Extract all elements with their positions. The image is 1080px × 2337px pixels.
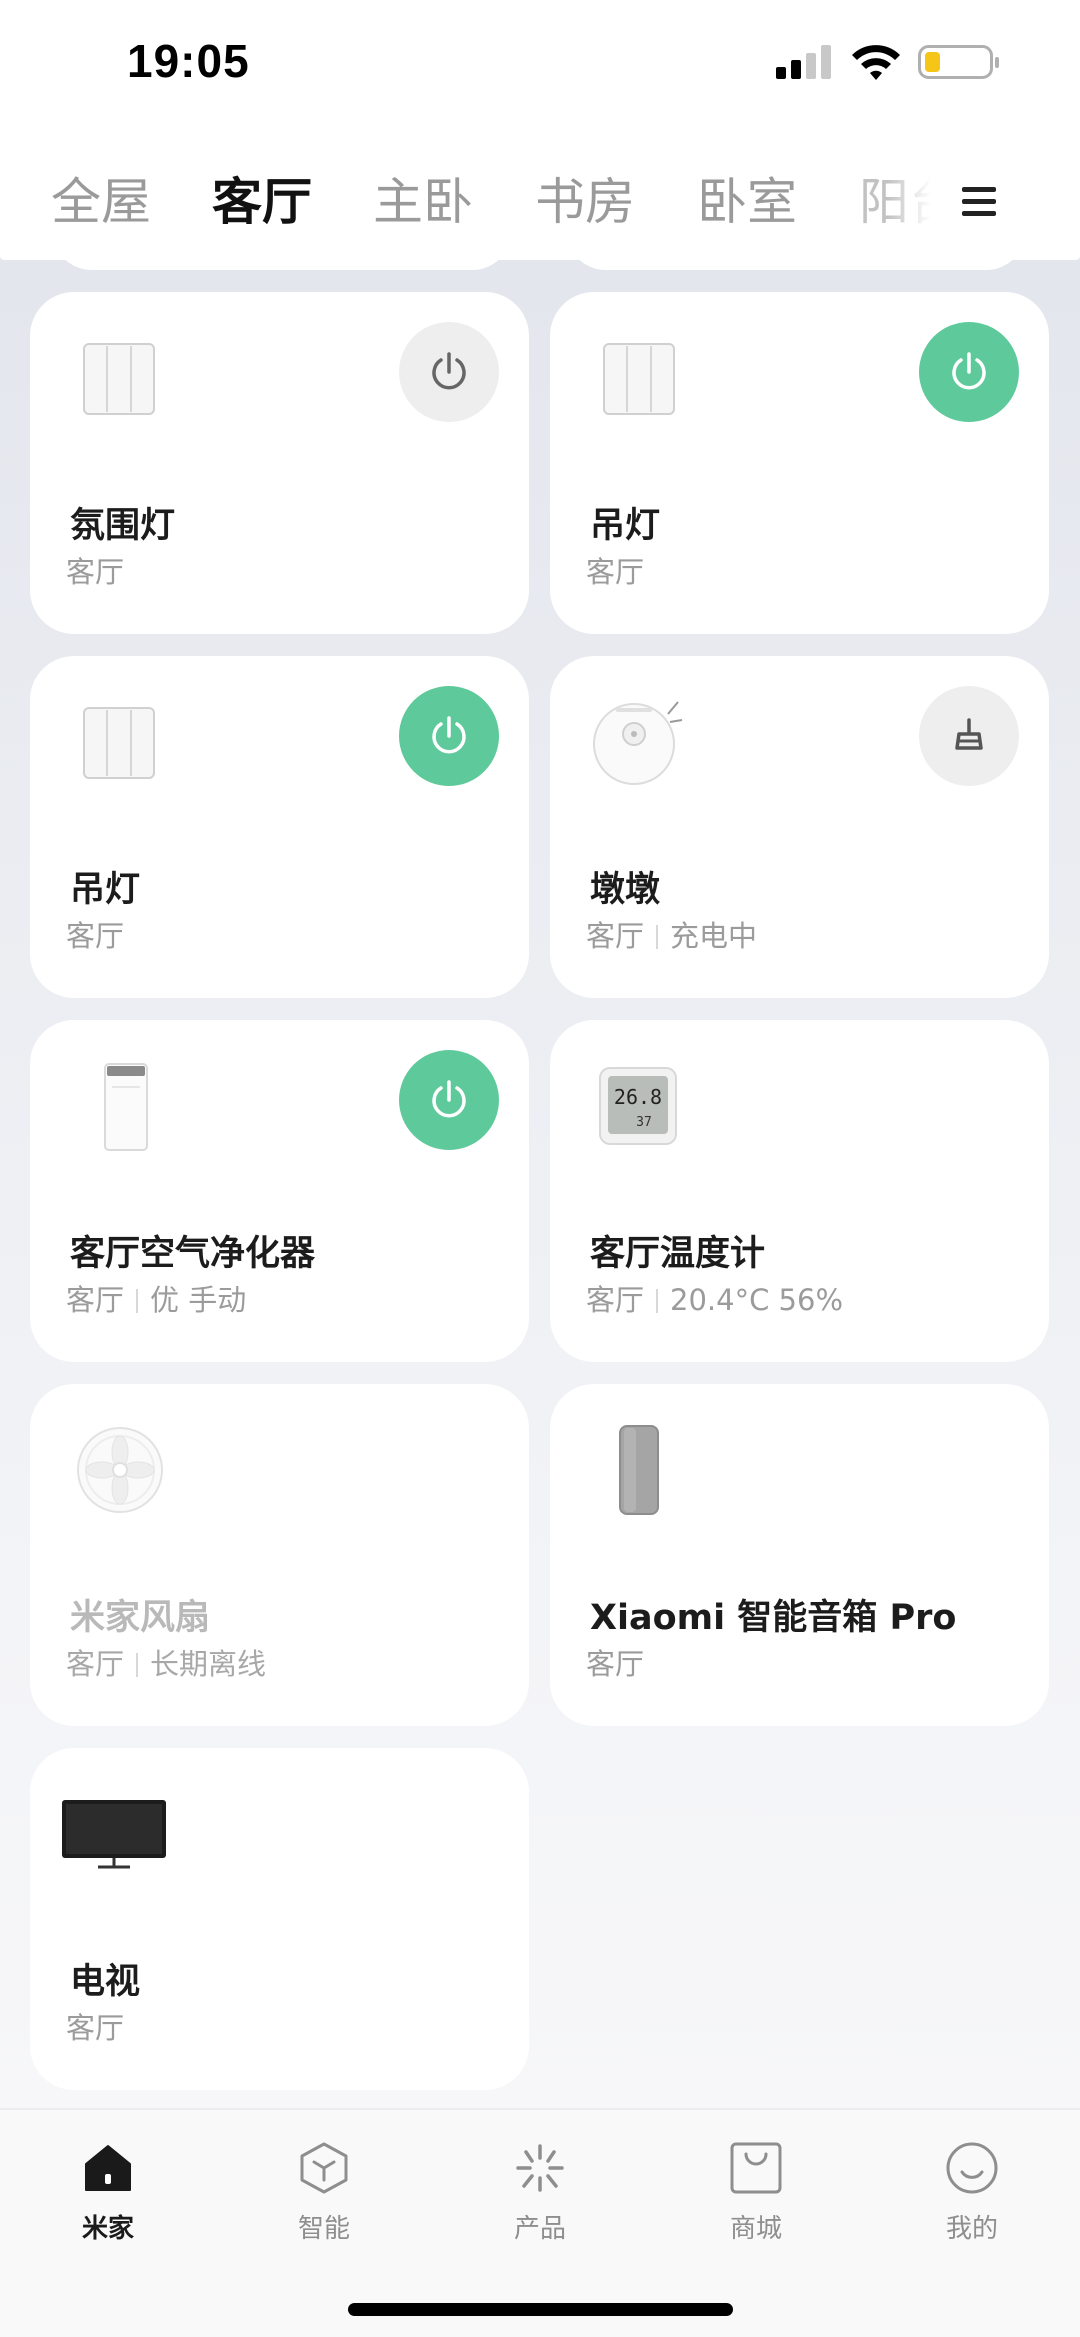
- tab-room-all[interactable]: 全屋: [51, 172, 151, 232]
- power-button[interactable]: [399, 686, 499, 786]
- air-purifier-icon: [104, 1063, 148, 1151]
- separator: [136, 1653, 139, 1677]
- device-name: 吊灯: [590, 506, 661, 546]
- device-room-status: 客厅 长期离线: [66, 1646, 266, 1682]
- device-room: 客厅: [66, 554, 124, 590]
- power-button[interactable]: [399, 322, 499, 422]
- power-icon: [432, 1080, 466, 1118]
- device-room: 客厅: [586, 1646, 644, 1682]
- thermometer-icon: 26.8 37: [599, 1067, 677, 1145]
- separator: [656, 1289, 659, 1313]
- fan-icon: [77, 1427, 163, 1513]
- device-card[interactable]: 吊灯 客厅: [550, 292, 1049, 634]
- device-name: 米家风扇: [70, 1598, 211, 1638]
- smart-speaker-icon: [619, 1425, 659, 1515]
- wifi-icon: [852, 45, 900, 80]
- nav-home[interactable]: 米家: [48, 2140, 168, 2245]
- sweep-button[interactable]: [919, 686, 1019, 786]
- device-room-label: 客厅: [586, 919, 645, 953]
- device-name: 客厅空气净化器: [70, 1234, 316, 1274]
- battery-icon: [918, 45, 999, 79]
- nav-products[interactable]: 产品: [480, 2140, 600, 2245]
- room-menu-icon[interactable]: [960, 183, 1000, 223]
- device-name: 客厅温度计: [590, 1234, 766, 1274]
- device-card[interactable]: 吊灯 客厅: [30, 656, 529, 998]
- home-icon: [85, 2145, 131, 2191]
- device-room-label: 客厅: [66, 1283, 125, 1317]
- thermometer-reading: 26.8: [614, 1085, 662, 1109]
- nav-label: 我的: [945, 2214, 998, 2244]
- power-icon: [432, 716, 466, 754]
- nav-label: 米家: [81, 2214, 134, 2244]
- cellular-signal-icon: [776, 45, 831, 79]
- device-card-partial: [566, 230, 1026, 270]
- device-card[interactable]: 米家风扇 客厅 长期离线: [30, 1384, 529, 1726]
- wall-switch-icon: [83, 707, 155, 779]
- wall-switch-icon: [603, 343, 675, 415]
- device-room-label: 客厅: [586, 1283, 645, 1317]
- device-name: 吊灯: [70, 870, 141, 910]
- device-status: 充电中: [670, 919, 758, 953]
- tab-room-bedroom[interactable]: 卧室: [697, 172, 797, 232]
- device-card[interactable]: 客厅空气净化器 客厅优 手动: [30, 1020, 529, 1362]
- shopping-bag-icon: [730, 2142, 782, 2194]
- status-time: 19:05: [127, 35, 250, 87]
- page: 19:05 全屋 客厅 主卧 书房 卧室 阳台: [0, 0, 1080, 2337]
- sparkle-icon: [516, 2144, 564, 2192]
- robot-vacuum-icon: [593, 701, 683, 785]
- tab-room-living-room[interactable]: 客厅: [212, 172, 312, 232]
- thermometer-humidity-reading: 37: [636, 1115, 652, 1130]
- cube-icon: [300, 2142, 348, 2194]
- device-name: 氛围灯: [70, 506, 176, 546]
- device-room-label: 客厅: [586, 555, 645, 589]
- nav-profile[interactable]: 我的: [912, 2140, 1032, 2245]
- nav-label: 智能: [297, 2214, 350, 2244]
- broom-icon: [955, 718, 983, 750]
- nav-store[interactable]: 商城: [696, 2140, 816, 2245]
- device-name: 电视: [70, 1962, 141, 2002]
- device-card[interactable]: 墩墩 客厅 充电中: [550, 656, 1049, 998]
- nav-label: 产品: [513, 2214, 566, 2244]
- device-card[interactable]: Xiaomi 智能音箱 Pro 客厅: [550, 1384, 1049, 1726]
- separator: [656, 925, 659, 949]
- device-room-status: 客厅 充电中: [586, 918, 757, 954]
- power-icon: [432, 352, 466, 390]
- device-room: 客厅: [66, 2010, 124, 2046]
- device-status: 长期离线: [150, 1647, 267, 1681]
- power-button[interactable]: [399, 1050, 499, 1150]
- separator: [136, 1289, 139, 1313]
- tv-icon: [62, 1800, 166, 1869]
- device-card[interactable]: 氛围灯 客厅: [30, 292, 529, 634]
- power-button[interactable]: [919, 322, 1019, 422]
- home-indicator[interactable]: [348, 2303, 733, 2316]
- tab-room-study[interactable]: 书房: [535, 172, 635, 232]
- device-room-label: 客厅: [586, 1647, 645, 1681]
- device-room-label: 客厅: [66, 2011, 125, 2045]
- device-room-label: 客厅: [66, 555, 125, 589]
- device-status: 优 手动: [150, 1283, 247, 1317]
- device-room-status: 客厅 20.4°C 56%: [586, 1282, 843, 1318]
- tab-room-balcony[interactable]: 阳台: [859, 172, 931, 232]
- device-name: Xiaomi 智能音箱 Pro: [590, 1598, 957, 1638]
- smiley-icon: [946, 2142, 998, 2194]
- nav-label: 商城: [729, 2214, 782, 2244]
- device-room: 客厅: [586, 554, 644, 590]
- device-card[interactable]: 26.8 37 客厅温度计 客厅 20.4°C 56%: [550, 1020, 1049, 1362]
- device-room-label: 客厅: [66, 919, 125, 953]
- nav-smart[interactable]: 智能: [264, 2140, 384, 2245]
- power-icon: [952, 352, 986, 390]
- device-room-label: 客厅: [66, 1647, 125, 1681]
- status-bar: 19:05: [0, 0, 1080, 130]
- device-status: 20.4°C 56%: [670, 1283, 844, 1317]
- device-card-partial: [52, 230, 512, 270]
- device-card[interactable]: 电视 客厅: [30, 1748, 529, 2090]
- device-name: 墩墩: [590, 870, 661, 910]
- device-room-status: 客厅优 手动: [66, 1282, 246, 1318]
- device-room: 客厅: [66, 918, 124, 954]
- tab-room-master-bedroom[interactable]: 主卧: [373, 172, 473, 232]
- wall-switch-icon: [83, 343, 155, 415]
